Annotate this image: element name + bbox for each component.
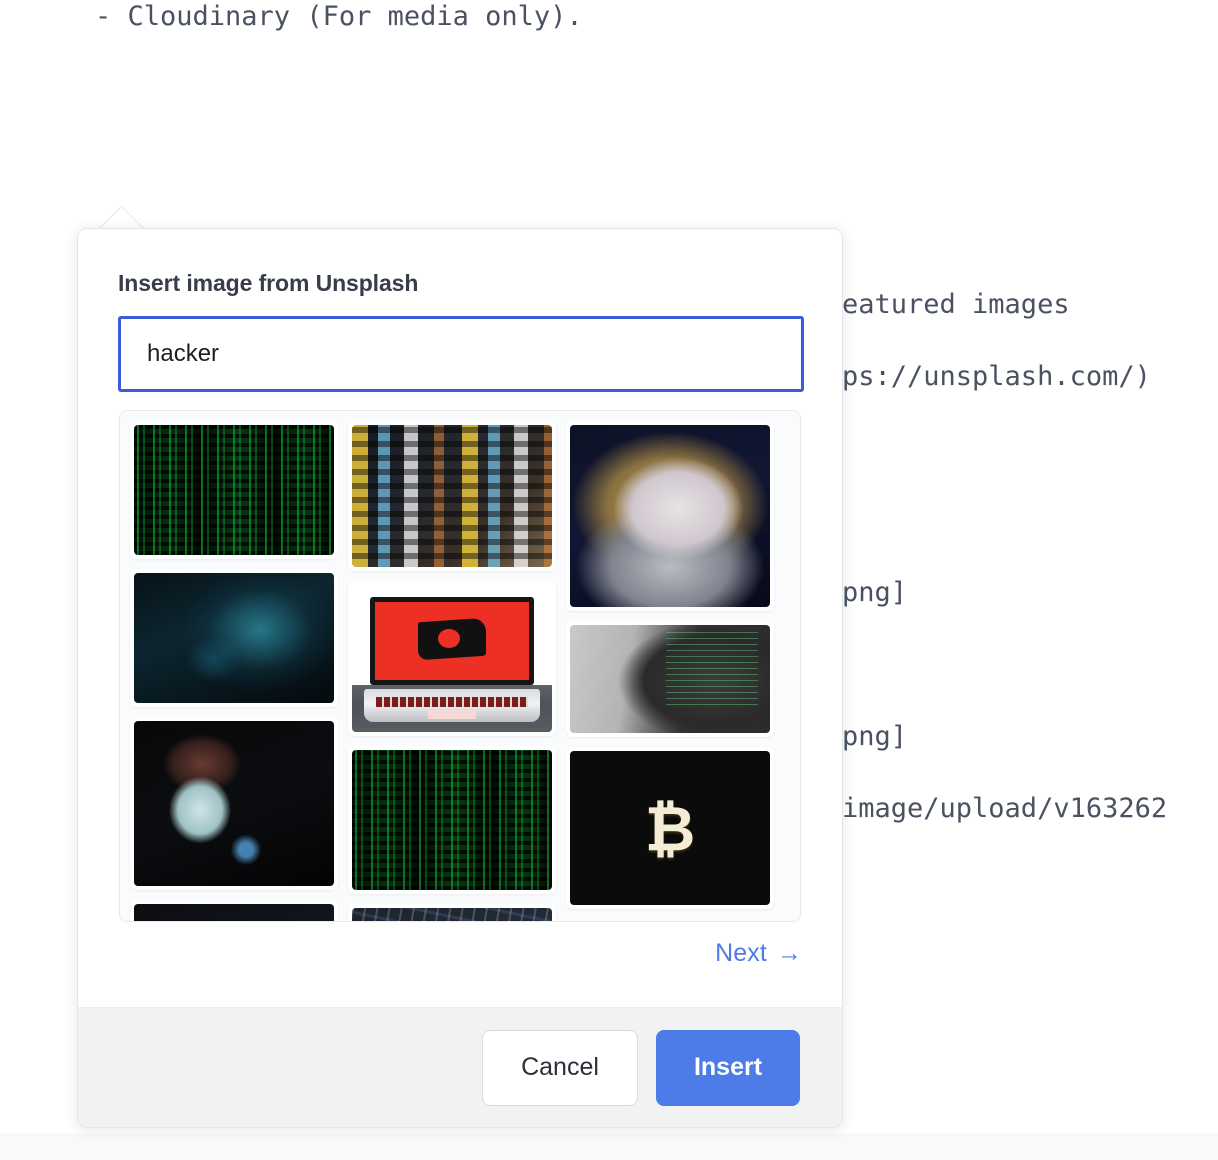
insert-button[interactable]: Insert — [656, 1029, 800, 1106]
thumbnail-image — [570, 625, 770, 733]
thumbnail-image — [352, 585, 552, 732]
document-line: image/upload/v163262 — [842, 793, 1168, 824]
results-column — [566, 421, 774, 909]
image-result-aerial-city-night[interactable] — [348, 904, 556, 921]
laptop-keys-shape — [376, 696, 528, 708]
dialog-body: Insert image from Unsplash Next → — [78, 229, 842, 1007]
image-result-matrix-green-code-rain[interactable] — [130, 421, 338, 559]
thumbnail-image — [134, 425, 334, 555]
thumbnail-image — [134, 904, 334, 921]
image-result-skull-face-person-laptop[interactable] — [130, 717, 338, 890]
document-line: png] — [842, 721, 908, 752]
next-page-link[interactable]: Next → — [715, 939, 802, 968]
thumbnail-image — [352, 750, 552, 890]
unsplash-insert-dialog: Insert image from Unsplash Next → Cancel… — [77, 228, 843, 1128]
dialog-title: Insert image from Unsplash — [118, 270, 419, 296]
image-result-laptop-pirate-flag-red-screen[interactable] — [348, 581, 556, 736]
thumbnail-image — [352, 425, 552, 567]
document-line: png] — [842, 577, 908, 608]
thumbnail-image — [352, 908, 552, 921]
document-line: eatured images — [842, 289, 1070, 320]
document-line: ps://unsplash.com/) — [842, 361, 1151, 392]
thumbnail-image — [134, 721, 334, 886]
thumbnail-image — [134, 573, 334, 703]
screen: - Cloudinary (For media only). eatured i… — [0, 0, 1218, 1160]
image-result-dark-room-desk-computer[interactable] — [130, 569, 338, 707]
results-column — [348, 421, 556, 921]
arrow-right-icon: → — [776, 939, 802, 967]
image-result-dark-blurred-photo[interactable] — [130, 900, 338, 921]
document-line: - Cloudinary (For media only). — [95, 1, 583, 32]
image-results-scroll-area[interactable] — [119, 410, 801, 922]
image-result-golden-bitcoin-coin[interactable] — [566, 747, 774, 909]
page-background-below — [0, 1133, 1218, 1160]
image-result-black-tshirt-green-code[interactable] — [566, 621, 774, 737]
next-page-label: Next — [715, 939, 767, 967]
unsplash-search-input[interactable] — [118, 316, 804, 392]
image-result-matrix-green-code-rain-2[interactable] — [348, 746, 556, 894]
thumbnail-image — [570, 751, 770, 905]
results-column — [130, 421, 338, 921]
laptop-pad-shape — [428, 709, 476, 719]
image-results-grid — [120, 411, 800, 921]
image-result-anonymous-guy-fawkes-mask[interactable] — [566, 421, 774, 611]
image-result-colorful-source-code-screen[interactable] — [348, 421, 556, 571]
cancel-button[interactable]: Cancel — [482, 1029, 638, 1106]
dialog-footer: Cancel Insert — [78, 1007, 842, 1127]
thumbnail-image — [570, 425, 770, 607]
